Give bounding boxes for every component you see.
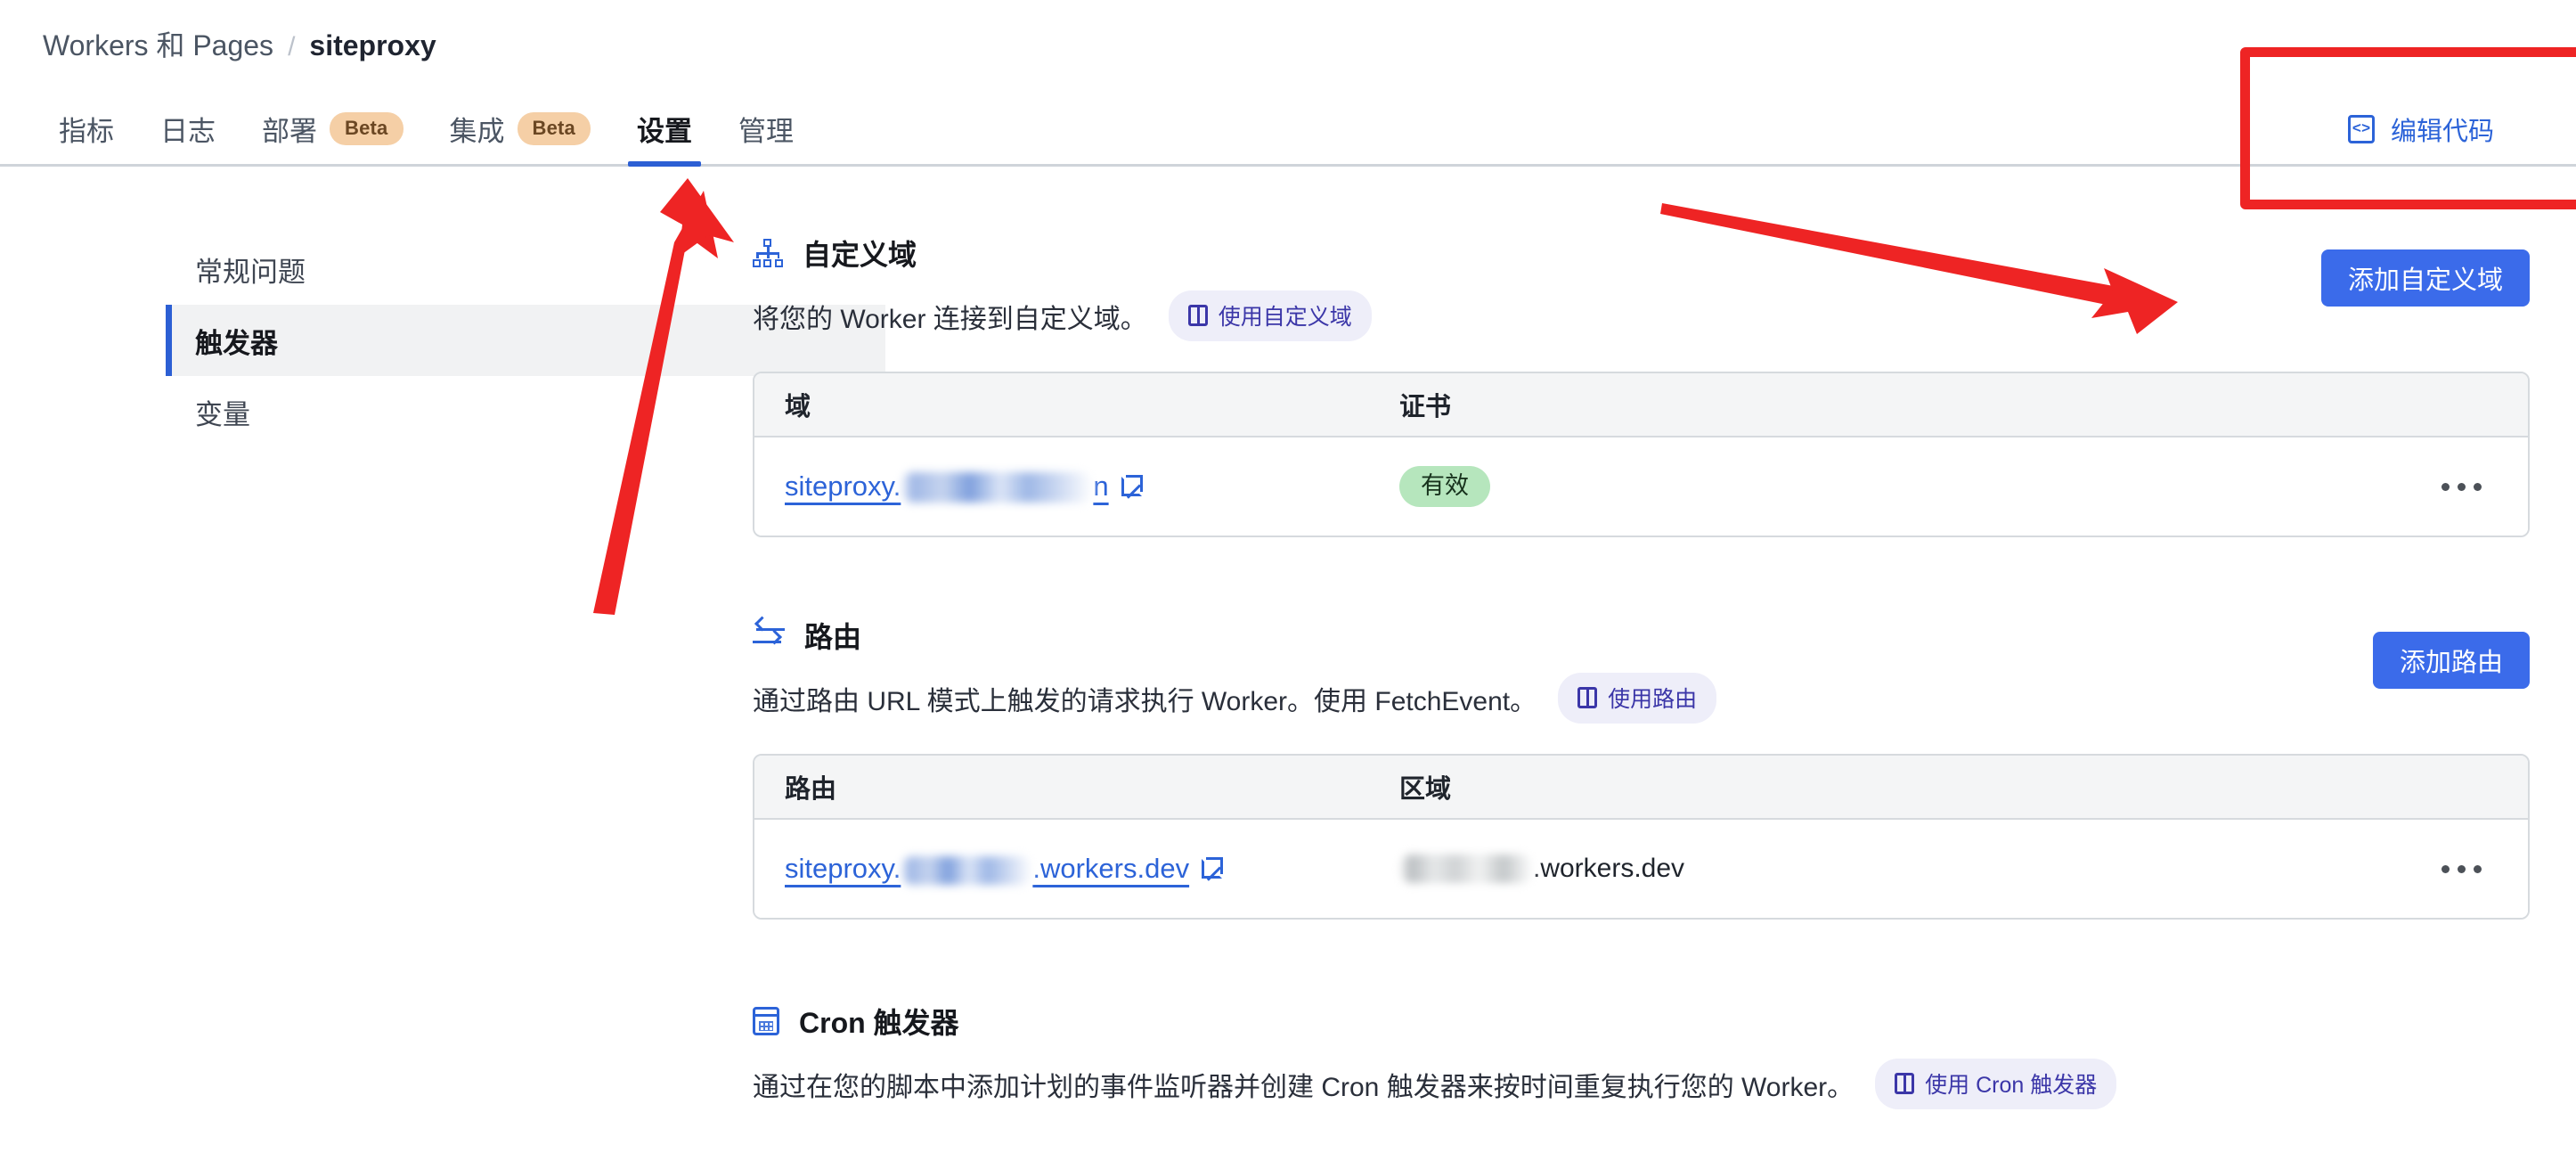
redacted-zone <box>1399 855 1533 883</box>
custom-domains-doc-link[interactable]: 使用自定义域 <box>1168 290 1372 341</box>
custom-domains-header: 自定义域 <box>753 233 2530 273</box>
beta-badge: Beta <box>330 111 404 145</box>
primary-tab-bar: 指标 日志 部署 Beta 集成 Beta 设置 管理 <box>0 93 2576 167</box>
main-content: 自定义域 将您的 Worker 连接到自定义域。 使用自定义域 添加自定义域 域… <box>753 233 2530 1109</box>
column-header-route: 路由 <box>785 775 837 804</box>
external-link-icon <box>1121 475 1143 499</box>
redacted-route <box>901 855 1033 885</box>
sitemap-icon <box>753 239 783 267</box>
cell-domain: siteproxy. n <box>754 470 1369 503</box>
table-header-row: 路由 区域 <box>754 756 2528 820</box>
tab-integrations[interactable]: 集成 Beta <box>427 93 615 164</box>
domain-suffix: n <box>1093 470 1109 502</box>
custom-domain-link[interactable]: siteproxy. n <box>785 470 1109 503</box>
table-row: siteproxy. n 有效 <box>754 437 2528 536</box>
tab-label: 部署 <box>262 115 317 147</box>
breadcrumb-current-page: siteproxy <box>309 29 436 61</box>
sidebar-item-label: 常规问题 <box>195 256 306 288</box>
doc-link-label: 使用 Cron 触发器 <box>1925 1073 2098 1098</box>
app-root: Workers 和 Pages / siteproxy 指标 日志 部署 Bet… <box>0 0 2576 1153</box>
tab-manage[interactable]: 管理 <box>715 93 817 164</box>
tab-label: 设置 <box>637 115 692 147</box>
book-icon <box>1895 1073 1915 1094</box>
custom-domains-table: 域 证书 siteproxy. n 有效 <box>753 372 2530 537</box>
sidebar-item-label: 触发器 <box>195 327 278 359</box>
tab-logs[interactable]: 日志 <box>137 93 239 164</box>
cell-zone: .workers.dev <box>1369 854 2394 884</box>
cron-triggers-title: Cron 触发器 <box>799 1007 959 1039</box>
tab-metrics[interactable]: 指标 <box>36 93 137 164</box>
routes-title: 路由 <box>804 621 862 653</box>
tab-label: 集成 <box>449 115 505 147</box>
domain-prefix: siteproxy. <box>785 470 901 502</box>
external-link-icon <box>1202 857 1224 881</box>
book-icon <box>1577 687 1598 708</box>
tab-list: 指标 日志 部署 Beta 集成 Beta 设置 管理 <box>36 93 817 167</box>
cell-actions <box>2394 855 2528 884</box>
row-overflow-menu-button[interactable] <box>2431 855 2492 884</box>
tab-label: 管理 <box>738 115 794 147</box>
routes-description: 通过路由 URL 模式上触发的请求执行 Worker。使用 FetchEvent… <box>753 686 1537 716</box>
tab-label: 日志 <box>160 115 216 147</box>
routes-description-row: 通过路由 URL 模式上触发的请求执行 Worker。使用 FetchEvent… <box>753 673 2530 724</box>
doc-link-label: 使用路由 <box>1608 687 1698 712</box>
doc-link-label: 使用自定义域 <box>1218 305 1352 330</box>
tab-deployments[interactable]: 部署 Beta <box>239 93 427 164</box>
zone-suffix: .workers.dev <box>1533 854 1685 883</box>
sidebar-item-label: 变量 <box>195 398 250 430</box>
add-route-button[interactable]: 添加路由 <box>2372 632 2530 689</box>
column-header-certificate: 证书 <box>1399 393 1452 421</box>
routes-table: 路由 区域 siteproxy. .workers.dev .workers.de… <box>753 754 2530 920</box>
table-row: siteproxy. .workers.dev .workers.dev <box>754 820 2528 918</box>
redacted-domain <box>901 472 1094 503</box>
swap-arrows-icon <box>753 616 785 649</box>
edit-code-label: 编辑代码 <box>2390 118 2494 146</box>
section-routes: 路由 通过路由 URL 模式上触发的请求执行 Worker。使用 FetchEv… <box>753 616 2530 920</box>
cell-certificate: 有效 <box>1369 466 2394 507</box>
column-header-zone: 区域 <box>1399 775 1452 804</box>
add-custom-domain-button[interactable]: 添加自定义域 <box>2320 249 2530 307</box>
breadcrumb-separator: / <box>288 32 296 61</box>
edit-code-button[interactable]: <> 编辑代码 <box>2347 110 2494 148</box>
breadcrumb-parent-link[interactable]: Workers 和 Pages <box>43 29 273 62</box>
book-icon <box>1187 305 1208 326</box>
beta-badge: Beta <box>517 111 591 145</box>
custom-domains-title: 自定义域 <box>803 239 917 271</box>
cron-triggers-description: 通过在您的脚本中添加计划的事件监听器并创建 Cron 触发器来按时间重复执行您的… <box>753 1072 1855 1102</box>
route-suffix: .workers.dev <box>1032 853 1190 884</box>
code-brackets-icon: <> <box>2347 115 2375 143</box>
row-overflow-menu-button[interactable] <box>2431 472 2492 502</box>
status-badge: 有效 <box>1399 466 1490 507</box>
tab-settings[interactable]: 设置 <box>614 93 715 167</box>
cell-actions <box>2394 472 2528 502</box>
breadcrumb: Workers 和 Pages / siteproxy <box>43 29 436 64</box>
cron-triggers-doc-link[interactable]: 使用 Cron 触发器 <box>1875 1059 2117 1109</box>
route-prefix: siteproxy. <box>785 853 901 884</box>
section-cron-triggers: Cron 触发器 通过在您的脚本中添加计划的事件监听器并创建 Cron 触发器来… <box>753 1002 2530 1109</box>
custom-domains-description-row: 将您的 Worker 连接到自定义域。 使用自定义域 <box>753 290 2530 341</box>
calendar-icon <box>753 1007 779 1035</box>
route-link[interactable]: siteproxy. .workers.dev <box>785 853 1189 885</box>
column-header-domain: 域 <box>785 393 811 421</box>
routes-doc-link[interactable]: 使用路由 <box>1558 673 1717 724</box>
cron-triggers-description-row: 通过在您的脚本中添加计划的事件监听器并创建 Cron 触发器来按时间重复执行您的… <box>753 1059 2530 1109</box>
table-header-row: 域 证书 <box>754 373 2528 437</box>
section-custom-domains: 自定义域 将您的 Worker 连接到自定义域。 使用自定义域 添加自定义域 域… <box>753 233 2530 537</box>
cell-route: siteproxy. .workers.dev <box>754 853 1369 885</box>
custom-domains-description: 将您的 Worker 连接到自定义域。 <box>753 304 1147 334</box>
cron-triggers-header: Cron 触发器 <box>753 1002 2530 1041</box>
tab-label: 指标 <box>59 115 114 147</box>
routes-header: 路由 <box>753 616 2530 655</box>
